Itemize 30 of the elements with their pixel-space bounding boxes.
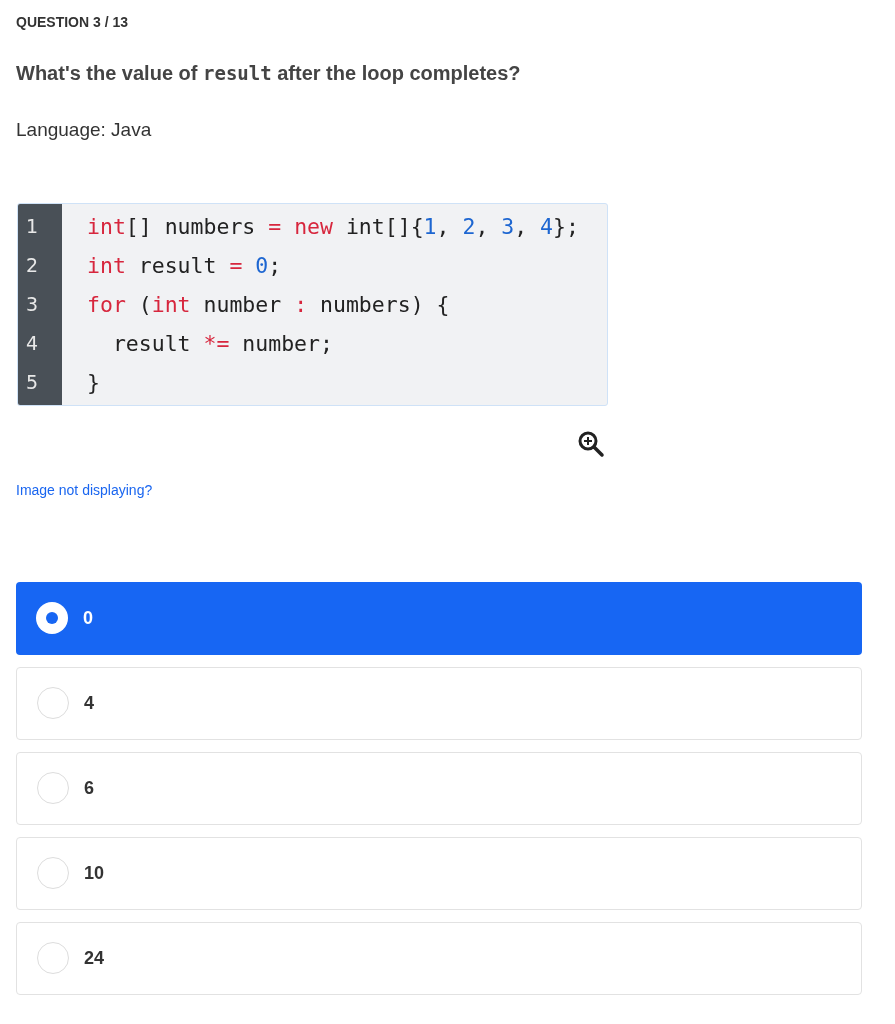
help-link[interactable]: Image not displaying? <box>16 481 153 498</box>
zoom-in-icon[interactable] <box>577 429 605 458</box>
question-text: What's the value of result after the loop completes? <box>16 61 521 86</box>
code-line: int[] numbers = new int[]{1, 2, 3, 4}; <box>87 212 579 241</box>
code-line: } <box>87 368 100 397</box>
answer-option[interactable]: 6 <box>16 751 862 825</box>
radio-button[interactable] <box>37 687 69 719</box>
option-label: 4 <box>84 691 94 715</box>
code-line: int result = 0; <box>87 251 282 280</box>
question-counter: QUESTION 3 / 13 <box>16 13 129 32</box>
option-label: 0 <box>83 606 93 630</box>
code-line: result *= number; <box>111 329 333 358</box>
option-label: 24 <box>84 946 105 970</box>
line-number: 3 <box>25 291 40 317</box>
radio-button[interactable] <box>37 857 69 889</box>
line-number: 5 <box>25 369 40 395</box>
line-number: 2 <box>25 252 40 278</box>
answer-option[interactable]: 24 <box>16 921 862 995</box>
radio-button[interactable] <box>37 772 69 804</box>
answer-option[interactable]: 0 <box>16 581 862 655</box>
option-label: 10 <box>84 861 105 885</box>
radio-button[interactable] <box>36 602 68 634</box>
answer-option[interactable]: 10 <box>16 836 862 910</box>
code-line: for (int number : numbers) { <box>87 290 450 319</box>
line-number: 1 <box>25 213 40 239</box>
answer-option[interactable]: 4 <box>16 666 862 740</box>
radio-button[interactable] <box>37 942 69 974</box>
line-number: 4 <box>25 330 40 356</box>
option-label: 6 <box>84 776 94 800</box>
language-label: Language: Java <box>16 119 152 140</box>
